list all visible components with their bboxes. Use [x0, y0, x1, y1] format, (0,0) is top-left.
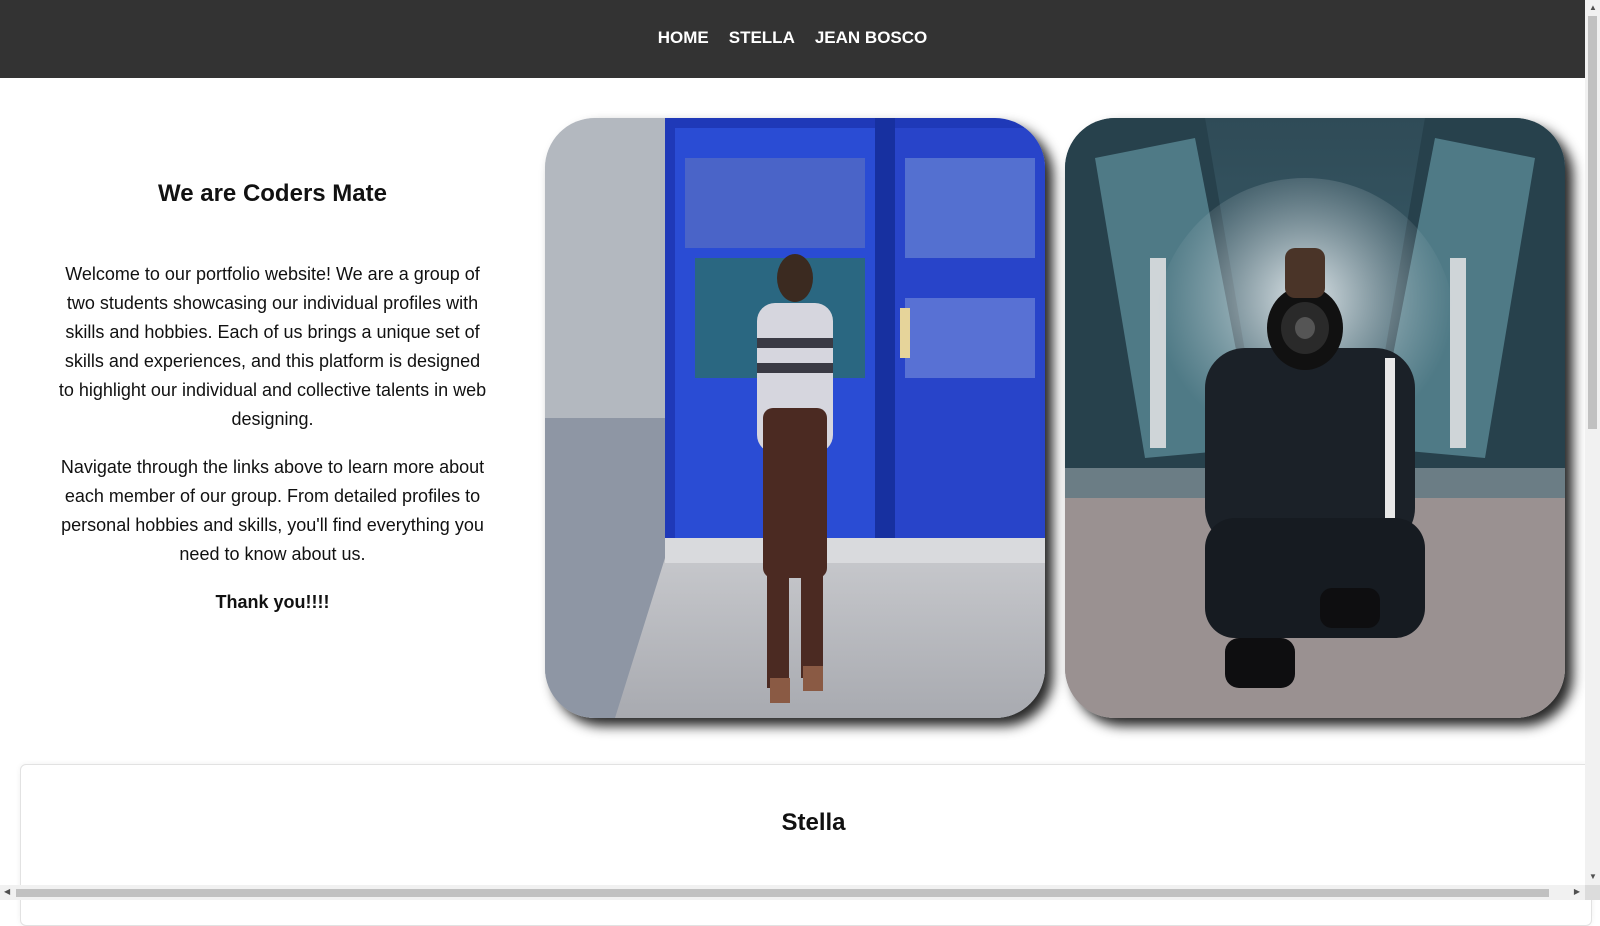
- scroll-down-icon[interactable]: ▼: [1589, 872, 1597, 882]
- nav-link-stella[interactable]: STELLA: [729, 28, 795, 48]
- intro-title: We are Coders Mate: [158, 180, 387, 207]
- vertical-scrollbar[interactable]: ▲ ▼: [1585, 0, 1600, 885]
- nav-link-jean-bosco[interactable]: JEAN BOSCO: [815, 28, 927, 48]
- scroll-left-icon[interactable]: ◀: [4, 887, 10, 897]
- stella-photo-image: [545, 118, 1045, 718]
- horizontal-scroll-thumb[interactable]: [16, 889, 1549, 897]
- scroll-right-icon[interactable]: ▶: [1574, 887, 1580, 897]
- intro-paragraph-1: Welcome to our portfolio website! We are…: [58, 264, 487, 429]
- horizontal-scrollbar[interactable]: ◀ ▶: [0, 885, 1600, 900]
- scroll-up-icon[interactable]: ▲: [1589, 3, 1597, 13]
- scrollbar-corner: [1585, 885, 1600, 900]
- stella-section: Stella: [20, 764, 1592, 926]
- main-nav: HOME STELLA JEAN BOSCO: [0, 0, 1585, 78]
- jean-bosco-photo-image: [1065, 118, 1565, 718]
- stella-photo: [545, 118, 1045, 718]
- stella-section-title: Stella: [781, 809, 846, 836]
- vertical-scroll-thumb[interactable]: [1588, 16, 1597, 429]
- nav-link-home[interactable]: HOME: [658, 28, 709, 48]
- jean-bosco-photo: [1065, 118, 1565, 718]
- intro-thanks: Thank you!!!!: [215, 592, 330, 612]
- intro-paragraph-2: Navigate through the links above to lear…: [60, 457, 485, 564]
- intro-section: We are Coders Mate Welcome to our portfo…: [55, 180, 490, 636]
